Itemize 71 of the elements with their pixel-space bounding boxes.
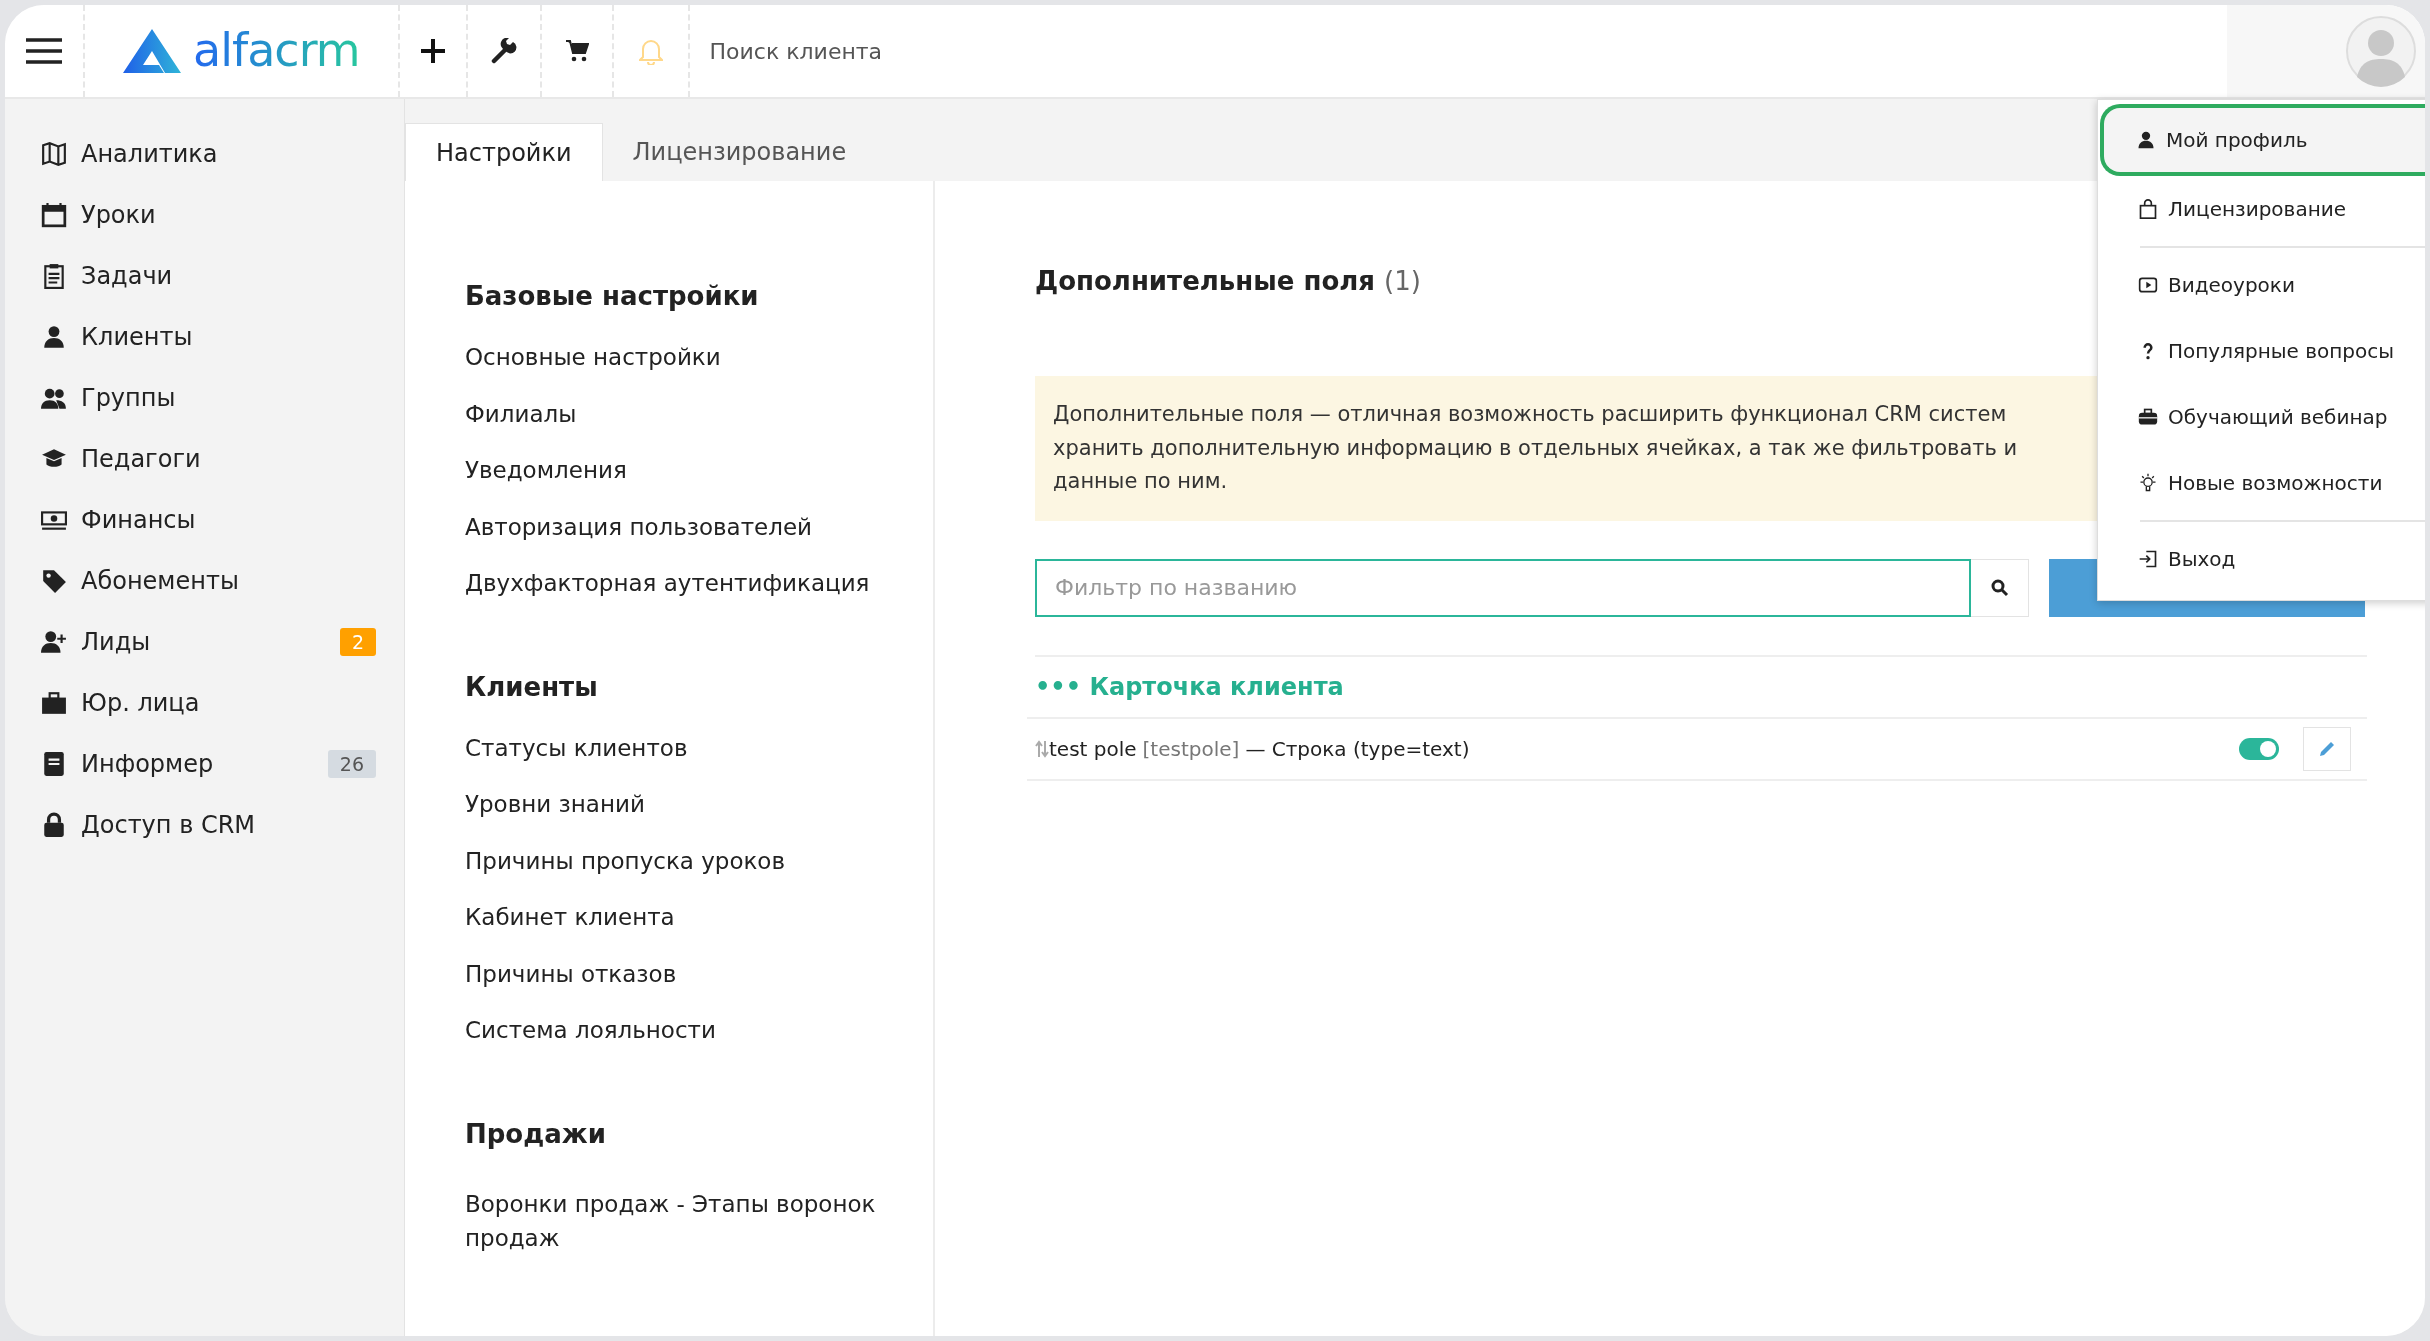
clipboard-icon <box>41 262 67 289</box>
sort-arrows-icon <box>1035 739 1049 758</box>
settings-link[interactable]: Авторизация пользователей <box>465 498 893 555</box>
menu-item[interactable]: Видеоуроки <box>2098 252 2425 318</box>
settings-link[interactable]: Воронки продаж - Этапы воронок продаж <box>465 1166 893 1256</box>
sidebar-item[interactable]: Клиенты <box>41 306 376 367</box>
shopping-bag-icon <box>2138 199 2158 219</box>
person-icon <box>2136 130 2156 150</box>
sidebar-item[interactable]: Доступ в CRM <box>41 794 376 855</box>
logo-icon <box>123 29 181 73</box>
sidebar-item[interactable]: Аналитика <box>41 123 376 184</box>
tab[interactable]: Настройки <box>405 123 603 181</box>
pencil-icon <box>2318 739 2336 758</box>
lightbulb-icon <box>2138 473 2158 493</box>
notice-text: Дополнительные поля — отличная возможность расширить функционал CRM систем хранить дополнительную информацию в отдельных ячейках, а так же фильтровать и данные по ним. <box>1053 401 2019 496</box>
toggle-switch[interactable] <box>2239 737 2279 760</box>
tab[interactable]: Лицензирование <box>602 123 877 181</box>
sidebar-item[interactable]: Информер 26 <box>41 733 376 794</box>
group-heading: ••• Карточка клиента <box>1035 672 1344 701</box>
settings-link[interactable]: Кабинет клиента <box>465 889 893 946</box>
count-badge: 2 <box>339 627 376 656</box>
bell-icon <box>638 37 663 65</box>
video-icon <box>2138 275 2158 295</box>
menu-item[interactable]: Мой профиль <box>2100 104 2425 176</box>
person-icon <box>41 323 67 350</box>
section-heading: Клиенты <box>465 671 599 702</box>
sidebar-item[interactable]: Лиды 2 <box>41 611 376 672</box>
menu-item[interactable]: Выход <box>2098 526 2425 592</box>
wrench-icon <box>490 38 517 64</box>
menu-icon <box>26 37 62 65</box>
section-heading: Продажи <box>465 1118 607 1149</box>
map-icon <box>41 140 67 167</box>
calendar-icon <box>41 201 67 228</box>
settings-link[interactable]: Причины отказов <box>465 945 893 1002</box>
avatar-icon <box>2345 15 2417 87</box>
sidebar-item[interactable]: Абонементы <box>41 550 376 611</box>
sidebar-item[interactable]: Задачи <box>41 245 376 306</box>
sidebar-item[interactable]: Группы <box>41 367 376 428</box>
briefcase-icon <box>41 689 67 716</box>
menu-item[interactable]: Новые возможности <box>2098 450 2425 516</box>
settings-link[interactable]: Система лояльности <box>465 1002 893 1059</box>
menu-item[interactable]: Обучающий вебинар <box>2098 384 2425 450</box>
tag-icon <box>41 567 67 594</box>
settings-link[interactable]: Филиалы <box>465 385 893 442</box>
menu-item[interactable]: Лицензирование <box>2098 176 2425 242</box>
search-button[interactable] <box>1971 558 2029 617</box>
book-icon <box>41 750 67 777</box>
settings-link[interactable]: Причины пропуска уроков <box>465 832 893 889</box>
settings-link[interactable]: Основные настройки <box>465 329 893 386</box>
sidebar-item[interactable]: Юр. лица <box>41 672 376 733</box>
edit-button[interactable] <box>2303 726 2351 771</box>
sign-in-icon <box>2138 549 2158 569</box>
field-label: test pole [testpole] — Строка (type=text) <box>1049 736 1470 761</box>
sidebar-item[interactable]: Уроки <box>41 184 376 245</box>
count-badge: 26 <box>327 749 376 778</box>
settings-link[interactable]: Двухфакторная аутентификация <box>465 555 893 612</box>
plus-icon <box>419 38 446 64</box>
person-plus-icon <box>41 628 67 655</box>
briefcase-icon <box>2138 407 2158 427</box>
sidebar-item[interactable]: Финансы <box>41 489 376 550</box>
section-heading: Базовые настройки <box>465 281 760 311</box>
search-icon <box>1990 578 2009 597</box>
page-title: Дополнительные поля (1) <box>1035 266 1421 296</box>
cart-icon <box>564 39 589 63</box>
sidebar-item[interactable]: Педагоги <box>41 428 376 489</box>
settings-link[interactable]: Уведомления <box>465 442 893 499</box>
menu-item[interactable]: Популярные вопросы <box>2098 318 2425 384</box>
filter-field[interactable]: Фильтр по названию <box>1035 558 1971 617</box>
lock-icon <box>41 811 67 838</box>
settings-link[interactable]: Уровни знаний <box>465 776 893 833</box>
settings-link[interactable]: Статусы клиентов <box>465 719 893 776</box>
